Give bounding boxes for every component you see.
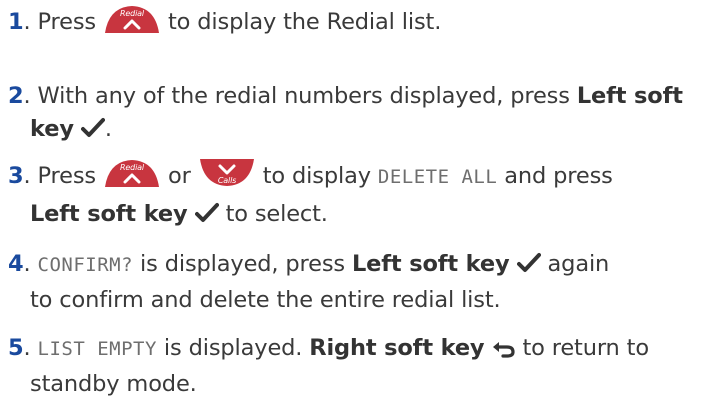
step-number: 5 [8,335,24,361]
step-text: . [23,251,38,277]
step-text: . [23,335,38,361]
step-continuation: key . [8,113,710,149]
redial-key-icon: Redial [103,4,161,44]
checkmark-icon [516,251,541,284]
left-soft-key-label: key [30,116,74,142]
step-text: . [104,116,112,142]
step-number: 3 [8,163,24,189]
calls-key-icon: Calls [198,158,256,198]
step-continuation: to confirm and delete the entire redial … [30,287,501,313]
left-soft-key-label: Left soft key [30,201,188,227]
step-number: 4 [8,251,24,277]
right-soft-key-label: Right soft key [309,335,485,361]
checkmark-icon [194,201,219,234]
step-text: is displayed. [156,335,310,361]
step-text: . With any of the redial numbers display… [23,83,577,109]
lcd-text-list-empty: LIST EMPTY [37,338,157,360]
lcd-text-confirm: CONFIRM? [37,254,134,276]
left-soft-key-label: Left soft [576,83,683,109]
step-text: to display [255,163,378,189]
step-number: 1 [8,9,24,35]
step-text: or [161,163,198,189]
step-number: 2 [8,83,24,109]
step-text: to select. [218,201,328,227]
step-text: . Press [23,9,103,35]
step-text: to return to [515,335,649,361]
step-4: 4. CONFIRM? is displayed, press Left sof… [8,248,710,317]
step-continuation: standby mode. [30,371,197,397]
step-text: . Press [23,163,103,189]
step-2: 2. With any of the redial numbers displa… [8,80,710,149]
step-text: again [540,251,610,277]
lcd-text-delete-all: DELETE ALL [377,166,498,188]
step-1: 1. Press Redial to display the Redial li… [8,4,710,44]
calls-key-label: Calls [218,176,236,185]
step-text: is displayed, press [133,251,352,277]
step-text: and press [497,163,613,189]
redial-key-label: Redial [120,9,145,18]
step-5: 5. LIST EMPTY is displayed. Right soft k… [8,332,710,401]
redial-key-label: Redial [120,163,145,172]
step-continuation: Left soft key to select. [8,198,710,234]
step-3: 3. Press Redial or Calls to display DELE… [8,158,710,234]
step-text: to display the Redial list. [161,9,442,35]
checkmark-icon [80,116,105,149]
redial-key-icon: Redial [103,158,161,198]
left-soft-key-label: Left soft key [351,251,510,277]
back-arrow-icon [491,335,516,368]
